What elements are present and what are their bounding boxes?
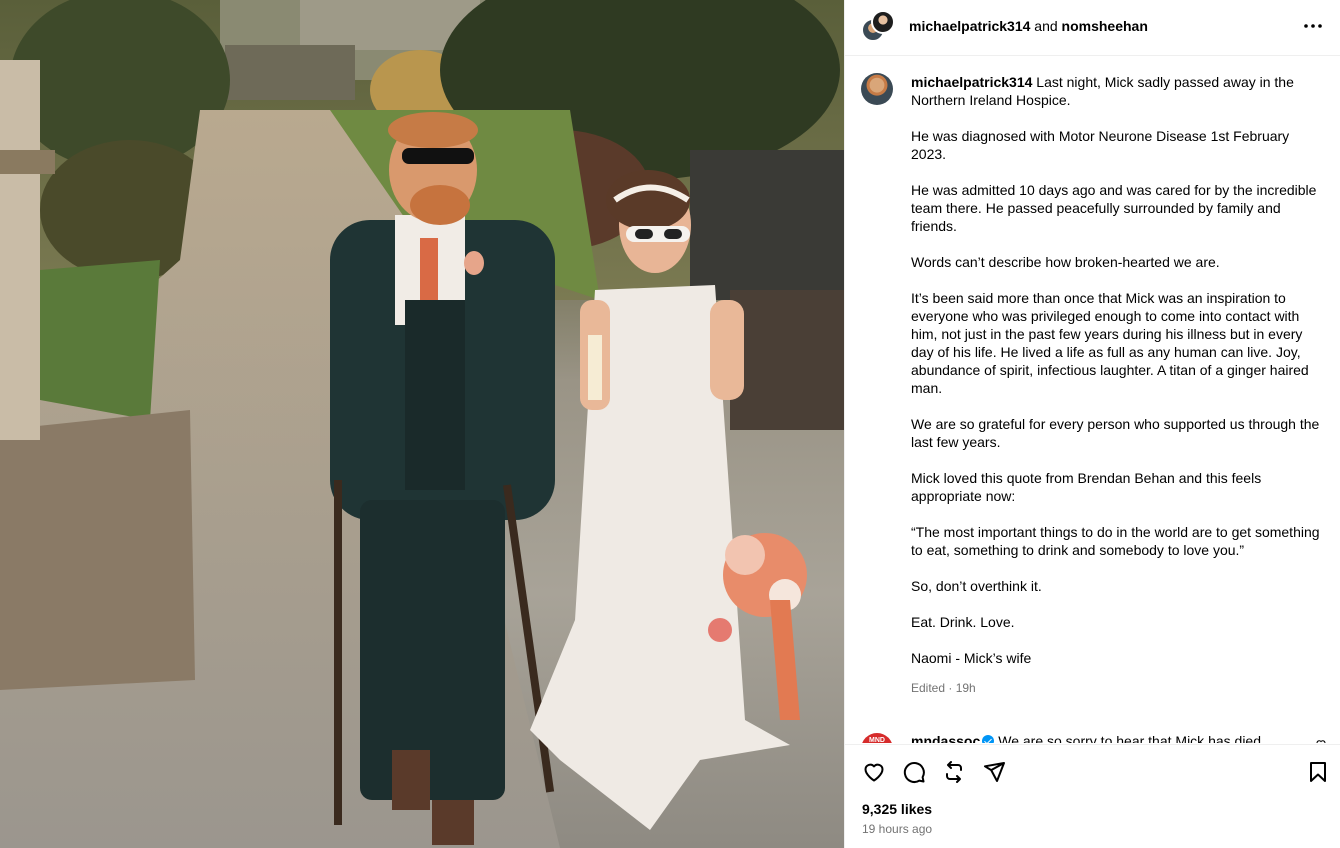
send-icon <box>984 762 1005 782</box>
author-link-2[interactable]: nomsheehan <box>1062 18 1148 34</box>
more-options-button[interactable] <box>1301 14 1325 38</box>
heart-icon <box>1316 740 1326 743</box>
avatar[interactable]: MND <box>861 733 893 743</box>
caption-paragraph: He was diagnosed with Motor Neurone Dise… <box>911 128 1294 162</box>
caption-paragraph: Naomi - Mick’s wife <box>911 650 1032 666</box>
authors-joiner: and <box>1034 18 1058 34</box>
caption-paragraph: We are so grateful for every person who … <box>911 416 1324 450</box>
author-link-1[interactable]: michaelpatrick314 <box>909 18 1030 34</box>
caption-scroll-area[interactable]: michaelpatrick314 Last night, Mick sadly… <box>845 57 1340 743</box>
caption-paragraph: So, don’t overthink it. <box>911 578 1042 594</box>
post-photo[interactable] <box>0 0 844 848</box>
caption-paragraph: “The most important things to do in the … <box>911 524 1324 558</box>
action-bar: 9,325 likes 19 hours ago <box>845 744 1340 848</box>
post-caption: michaelpatrick314 Last night, Mick sadly… <box>911 73 1321 697</box>
wedding-photo-illustration <box>0 0 844 848</box>
avatar[interactable] <box>861 73 893 105</box>
post-side-panel: michaelpatrick314 and nomsheehan michael… <box>844 0 1340 848</box>
post-authors: michaelpatrick314 and nomsheehan <box>909 18 1148 34</box>
share-button[interactable] <box>981 759 1007 785</box>
caption-paragraph: Words can’t describe how broken-hearted … <box>911 254 1220 270</box>
repost-icon <box>946 761 962 783</box>
comment-row: MND mndassoc We are so sorry to hear that… <box>861 729 1331 743</box>
caption-meta: Edited · 19h <box>911 681 976 695</box>
repost-button[interactable] <box>941 759 967 785</box>
save-button[interactable] <box>1305 759 1331 785</box>
ellipsis-icon <box>1304 24 1322 28</box>
caption-paragraph: He was admitted 10 days ago and was care… <box>911 182 1321 234</box>
post-timestamp[interactable]: 19 hours ago <box>862 822 932 836</box>
likes-count[interactable]: 9,325 likes <box>862 801 932 817</box>
caption-paragraph: Eat. Drink. Love. <box>911 614 1015 630</box>
comment-button[interactable] <box>901 759 927 785</box>
comment-like-button[interactable] <box>1315 737 1327 743</box>
like-button[interactable] <box>861 759 887 785</box>
collab-avatars[interactable] <box>861 10 895 44</box>
caption-paragraph: Mick loved this quote from Brendan Behan… <box>911 470 1266 504</box>
heart-icon <box>864 763 884 782</box>
comment-icon <box>903 762 925 783</box>
avatar[interactable] <box>871 10 895 34</box>
caption-username[interactable]: michaelpatrick314 <box>911 74 1032 90</box>
verified-badge-icon <box>982 735 995 743</box>
bookmark-icon <box>1310 762 1326 782</box>
caption-paragraph: michaelpatrick314 Last night, Mick sadly… <box>911 74 1298 108</box>
post-header: michaelpatrick314 and nomsheehan <box>845 0 1340 56</box>
caption-paragraph: It’s been said more than once that Mick … <box>911 290 1313 396</box>
comment-text: mndassoc We are so sorry to hear that Mic… <box>911 733 1265 743</box>
comment-username[interactable]: mndassoc <box>911 733 980 743</box>
comment-body: We are so sorry to hear that Mick has di… <box>998 733 1265 743</box>
